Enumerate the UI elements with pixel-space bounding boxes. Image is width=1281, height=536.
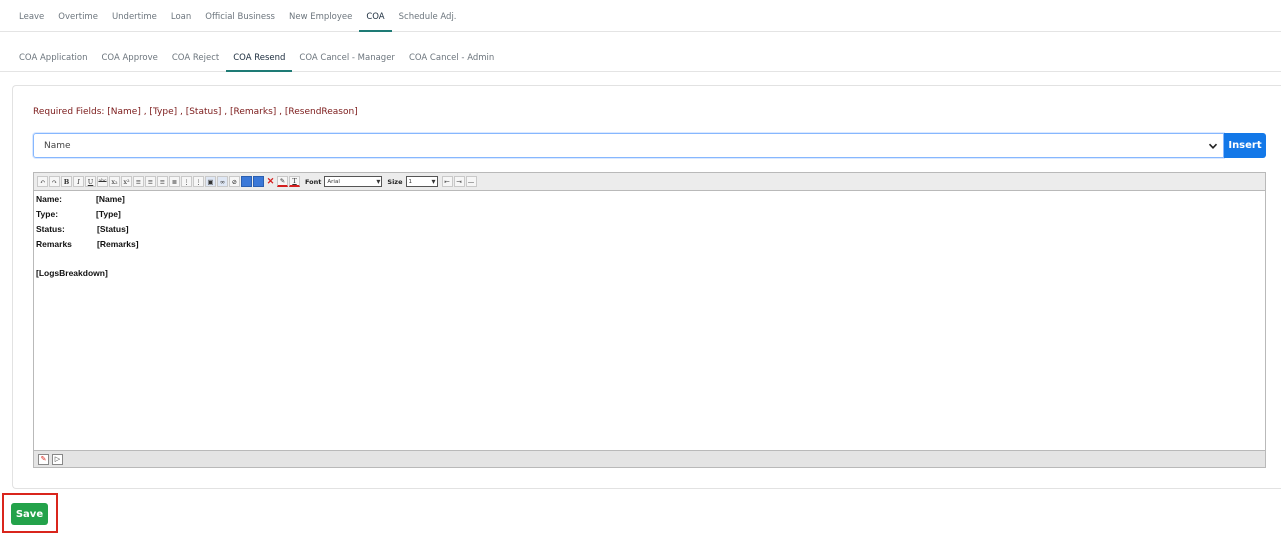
subscript-button[interactable]: x₂ — [109, 176, 120, 187]
subtab-coa-cancel-admin[interactable]: COA Cancel - Admin — [402, 40, 501, 72]
editor-line: Remarks [Remarks] — [36, 239, 139, 249]
editor-line: [LogsBreakdown] — [36, 268, 108, 278]
chevron-down-icon: ▾ — [376, 176, 381, 186]
indent-icon[interactable]: ⇥ — [453, 176, 465, 187]
bold-button[interactable]: B — [61, 176, 72, 187]
redo-icon[interactable]: ↷ — [49, 176, 60, 187]
highlight-icon[interactable]: ✎ — [277, 176, 288, 187]
link-icon[interactable]: ∞ — [217, 176, 228, 187]
html-mode-icon[interactable]: ▷ — [52, 453, 63, 465]
editor-content[interactable]: Name: [Name] Type: [Type] Status: [Status] … — [34, 191, 1265, 450]
ordered-list-icon[interactable]: ⋮ — [181, 176, 192, 187]
italic-button[interactable]: I — [73, 176, 84, 187]
forecolor-icon[interactable] — [241, 176, 252, 187]
align-justify-icon[interactable]: ≣ — [169, 176, 180, 187]
editor-mode-bar: ✎ ▷ — [34, 450, 1265, 467]
align-right-icon[interactable]: ≡ — [157, 176, 168, 187]
field-select[interactable]: Name — [33, 133, 1224, 158]
font-select[interactable]: Arial ▾ — [324, 176, 383, 187]
editor-line: Type: [Type] — [36, 209, 121, 219]
tab-undertime[interactable]: Undertime — [105, 0, 164, 32]
save-button[interactable]: Save — [11, 503, 48, 525]
editor-toolbar: ↶ ↷ B I U abc x₂ x² ≡ ≡ ≡ ≣ ⋮ ⋮ ▣ ∞ ⊘ ✕ … — [34, 173, 1265, 191]
text-color-button[interactable]: T — [289, 176, 300, 187]
horizontal-rule-icon[interactable]: — — [465, 176, 477, 187]
chevron-down-icon: ▾ — [431, 176, 436, 186]
coa-subtabs: COA Application COA Approve COA Reject C… — [0, 40, 1281, 72]
tab-loan[interactable]: Loan — [164, 0, 198, 32]
size-select[interactable]: 1 ▾ — [405, 176, 438, 187]
chevron-down-icon — [1207, 140, 1219, 152]
strikethrough-button[interactable]: abc — [97, 176, 108, 187]
remove-format-button[interactable]: ✕ — [265, 176, 276, 187]
tab-overtime[interactable]: Overtime — [51, 0, 105, 32]
font-select-value: Arial — [327, 178, 340, 185]
tab-coa[interactable]: COA — [359, 0, 392, 32]
rich-text-editor: ↶ ↷ B I U abc x₂ x² ≡ ≡ ≡ ≣ ⋮ ⋮ ▣ ∞ ⊘ ✕ … — [33, 172, 1266, 468]
design-mode-icon[interactable]: ✎ — [38, 453, 49, 465]
subtab-coa-reject[interactable]: COA Reject — [165, 40, 226, 72]
tab-official-business[interactable]: Official Business — [198, 0, 282, 32]
outdent-icon[interactable]: ⇤ — [441, 176, 453, 187]
unlink-icon[interactable]: ⊘ — [229, 176, 240, 187]
required-fields-note: Required Fields: [Name] , [Type] , [Stat… — [33, 107, 358, 117]
editor-line: Name: [Name] — [36, 194, 125, 204]
subtab-coa-cancel-manager[interactable]: COA Cancel - Manager — [292, 40, 402, 72]
image-icon[interactable]: ▣ — [205, 176, 216, 187]
editor-line: Status: [Status] — [36, 224, 129, 234]
superscript-button[interactable]: x² — [121, 176, 132, 187]
font-label: Font — [305, 177, 322, 186]
backcolor-icon[interactable] — [253, 176, 264, 187]
subtab-coa-approve[interactable]: COA Approve — [95, 40, 165, 72]
field-select-value: Name — [44, 140, 71, 151]
underline-button[interactable]: U — [85, 176, 96, 187]
align-left-icon[interactable]: ≡ — [133, 176, 144, 187]
subtab-coa-resend[interactable]: COA Resend — [226, 40, 293, 72]
field-insert-row: Name Insert — [33, 133, 1266, 158]
tab-new-employee[interactable]: New Employee — [282, 0, 359, 32]
size-label: Size — [387, 177, 403, 186]
align-center-icon[interactable]: ≡ — [145, 176, 156, 187]
size-select-value: 1 — [408, 178, 413, 185]
tab-leave[interactable]: Leave — [12, 0, 51, 32]
tab-schedule-adj[interactable]: Schedule Adj. — [392, 0, 464, 32]
module-tabs: Leave Overtime Undertime Loan Official B… — [0, 0, 1281, 32]
undo-icon[interactable]: ↶ — [37, 176, 48, 187]
insert-button[interactable]: Insert — [1224, 133, 1266, 158]
unordered-list-icon[interactable]: ⋮ — [193, 176, 204, 187]
subtab-coa-application[interactable]: COA Application — [12, 40, 95, 72]
